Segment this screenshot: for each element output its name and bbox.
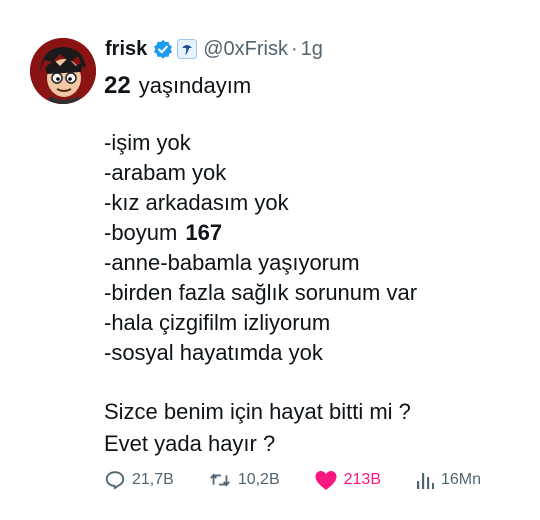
tweet-actions: 21,7B 10,2B 213B 16Mn [104, 466, 515, 494]
list-item-height: -boyum 167 [104, 218, 417, 248]
verified-badge-icon [153, 39, 173, 59]
retweet-icon [209, 473, 230, 487]
list-item: -anne-babamla yaşıyorum [104, 250, 360, 275]
retweet-count: 10,2B [237, 471, 280, 488]
list-item: -arabam yok [104, 160, 227, 185]
retweet-button[interactable]: 10,2B [208, 469, 280, 491]
height-value: 167 [185, 220, 223, 245]
views-button[interactable]: 16Mn [415, 469, 481, 491]
tweet-header: frisk @0xFrisk · 1g [105, 36, 323, 62]
reply-button[interactable]: 21,7B [104, 469, 174, 491]
question-line: Sizce benim için hayat bitti mi ? [104, 399, 411, 424]
tweet-question: Sizce benim için hayat bitti mi ? Evet y… [104, 396, 411, 460]
reply-count: 21,7B [132, 471, 174, 488]
avatar[interactable] [30, 38, 96, 104]
tweet-first-line: 22 yaşındayım [104, 72, 251, 100]
like-count: 213B [343, 471, 381, 488]
separator-dot: · [291, 37, 298, 60]
list-item: -birden fazla sağlık sorunum var [104, 280, 418, 305]
tweet-time[interactable]: 1g [301, 38, 323, 61]
view-count: 16Mn [441, 471, 482, 488]
avatar-image [30, 38, 96, 104]
list-item: -hala çizgifilm izliyorum [104, 310, 331, 335]
heart-icon [315, 471, 337, 490]
list-item: -sosyal hayatımda yok [104, 340, 323, 365]
intro-text: yaşındayım [138, 73, 252, 98]
affiliate-badge-icon[interactable] [177, 39, 198, 59]
tweet-list: -işim yok -arabam yok -kız arkadasım yok… [104, 128, 417, 368]
list-item: -kız arkadasım yok [104, 190, 289, 215]
author-name[interactable]: frisk [105, 38, 147, 61]
list-item: -işim yok [104, 130, 191, 155]
tweet: frisk @0xFrisk · 1g 22 yaşındayım -işim … [0, 0, 540, 520]
question-line: Evet yada hayır ? [104, 431, 276, 456]
views-icon [417, 473, 434, 489]
height-prefix: -boyum [104, 220, 178, 245]
reply-icon [105, 471, 125, 490]
author-handle[interactable]: @0xFrisk [203, 38, 288, 61]
age-value: 22 [104, 72, 131, 99]
like-button[interactable]: 213B [314, 469, 381, 491]
